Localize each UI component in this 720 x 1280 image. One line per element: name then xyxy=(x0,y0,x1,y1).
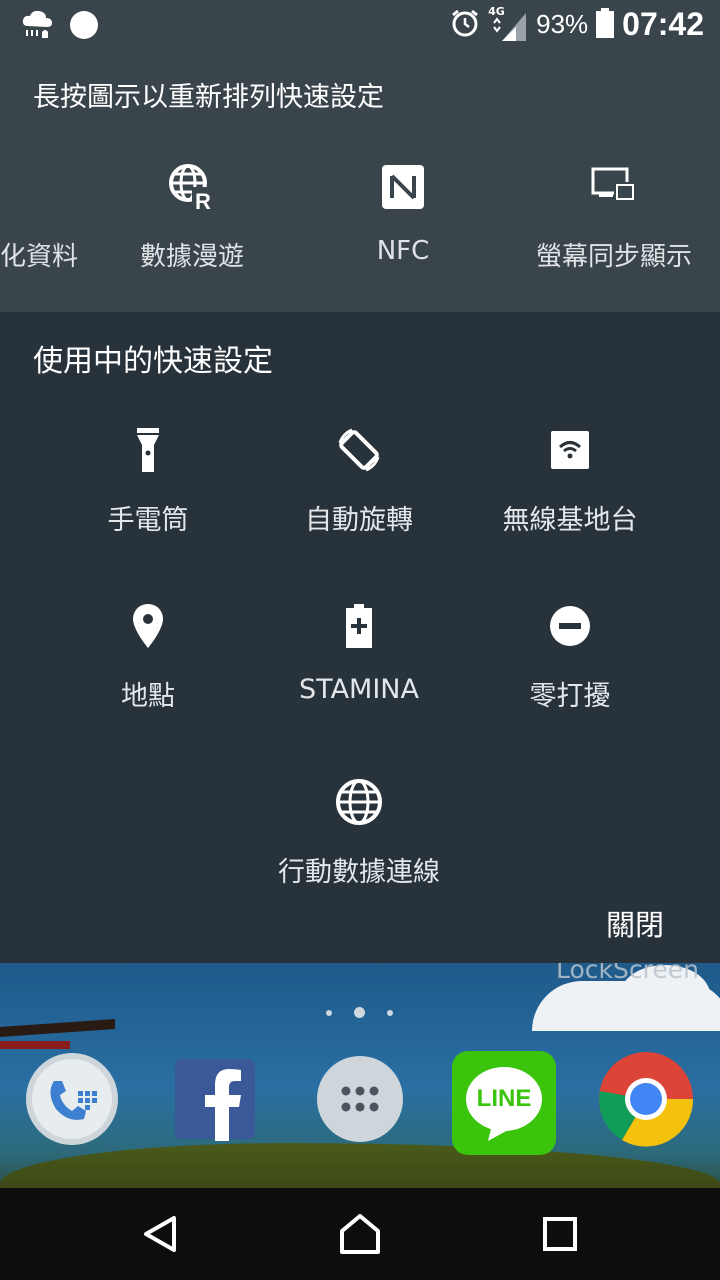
active-quick-settings-panel: 使用中的快速設定 手電筒 自動旋轉 無線基地台 地點 STAMINA 零打擾 行… xyxy=(0,312,720,963)
quick-settings-edit-panel: 長按圖示以重新排列快速設定 化資料 R 數據漫遊 NFC 螢幕同步顯示 xyxy=(0,50,720,312)
tile-label: NFC xyxy=(376,236,430,266)
tile-nfc[interactable]: NFC xyxy=(303,160,503,266)
navigation-bar xyxy=(0,1188,720,1280)
line-icon: LINE xyxy=(452,1051,556,1155)
signal-4g-icon: 4G xyxy=(488,5,528,43)
stamina-battery-icon xyxy=(249,602,469,650)
tile-flashlight[interactable]: 手電筒 xyxy=(38,426,258,537)
tile-do-not-disturb[interactable]: 零打擾 xyxy=(460,602,680,713)
notification-dot-icon xyxy=(68,9,100,45)
nfc-icon xyxy=(303,160,503,214)
back-button[interactable] xyxy=(138,1214,182,1258)
clock: 07:42 xyxy=(622,6,704,42)
close-button[interactable]: 關閉 xyxy=(606,902,664,944)
chrome-icon xyxy=(598,1051,694,1151)
home-button[interactable] xyxy=(338,1214,382,1258)
alarm-icon xyxy=(450,8,480,42)
do-not-disturb-icon xyxy=(460,602,680,650)
rearrange-hint: 長按圖示以重新排列快速設定 xyxy=(33,82,384,113)
tile-stamina[interactable]: STAMINA xyxy=(249,602,469,705)
data-roaming-icon: R xyxy=(92,160,292,214)
app-dock: LINE xyxy=(0,1051,720,1161)
page-indicator xyxy=(326,1007,393,1018)
mobile-data-globe-icon xyxy=(249,778,469,826)
recents-square-icon xyxy=(542,1216,578,1256)
home-icon xyxy=(338,1213,382,1259)
line-app[interactable]: LINE xyxy=(452,1051,556,1155)
app-drawer-icon xyxy=(316,1055,404,1147)
weather-cloud-icon xyxy=(20,8,54,46)
facebook-icon xyxy=(173,1057,257,1145)
tile-mobile-data[interactable]: 行動數據連線 xyxy=(249,778,469,889)
screen-mirroring-icon xyxy=(514,160,714,214)
facebook-app[interactable] xyxy=(165,1051,265,1151)
auto-rotate-icon xyxy=(249,426,469,474)
tile-label: 行動數據連線 xyxy=(278,857,440,888)
tile-location[interactable]: 地點 xyxy=(38,602,258,713)
phone-app[interactable] xyxy=(22,1051,122,1151)
app-drawer-button[interactable] xyxy=(310,1051,410,1151)
tile-label: 手電筒 xyxy=(107,505,189,536)
tile-data-roaming[interactable]: R 數據漫遊 xyxy=(92,160,292,273)
back-triangle-icon xyxy=(140,1214,180,1258)
status-bar: 4G 93% 07:42 xyxy=(0,0,720,50)
phone-icon xyxy=(24,1051,120,1151)
available-tiles-row[interactable]: 化資料 R 數據漫遊 NFC 螢幕同步顯示 xyxy=(0,160,720,280)
tile-label: 螢幕同步顯示 xyxy=(535,242,692,272)
flashlight-icon xyxy=(38,426,258,474)
recents-button[interactable] xyxy=(538,1214,582,1258)
tile-auto-rotate[interactable]: 自動旋轉 xyxy=(249,426,469,537)
battery-percent: 93% xyxy=(536,9,589,39)
tile-label: STAMINA xyxy=(299,674,419,705)
hotspot-icon xyxy=(460,426,680,474)
tile-label: 無線基地台 xyxy=(502,505,638,536)
tile-label: 零打擾 xyxy=(529,681,611,712)
svg-text:R: R xyxy=(195,189,211,211)
torii-decoration xyxy=(0,1041,70,1049)
tile-hotspot[interactable]: 無線基地台 xyxy=(460,426,680,537)
tile-screen-mirroring[interactable]: 螢幕同步顯示 xyxy=(514,160,714,273)
lockscreen-widget-label: LockScreen xyxy=(556,963,699,984)
tile-label: 自動旋轉 xyxy=(305,505,413,536)
chrome-app[interactable] xyxy=(596,1051,696,1151)
location-icon xyxy=(38,602,258,650)
battery-icon xyxy=(596,7,615,42)
tile-label: 數據漫遊 xyxy=(139,242,244,272)
torii-decoration xyxy=(0,1018,115,1038)
tile-label: 地點 xyxy=(121,681,175,712)
active-settings-title: 使用中的快速設定 xyxy=(33,344,273,379)
